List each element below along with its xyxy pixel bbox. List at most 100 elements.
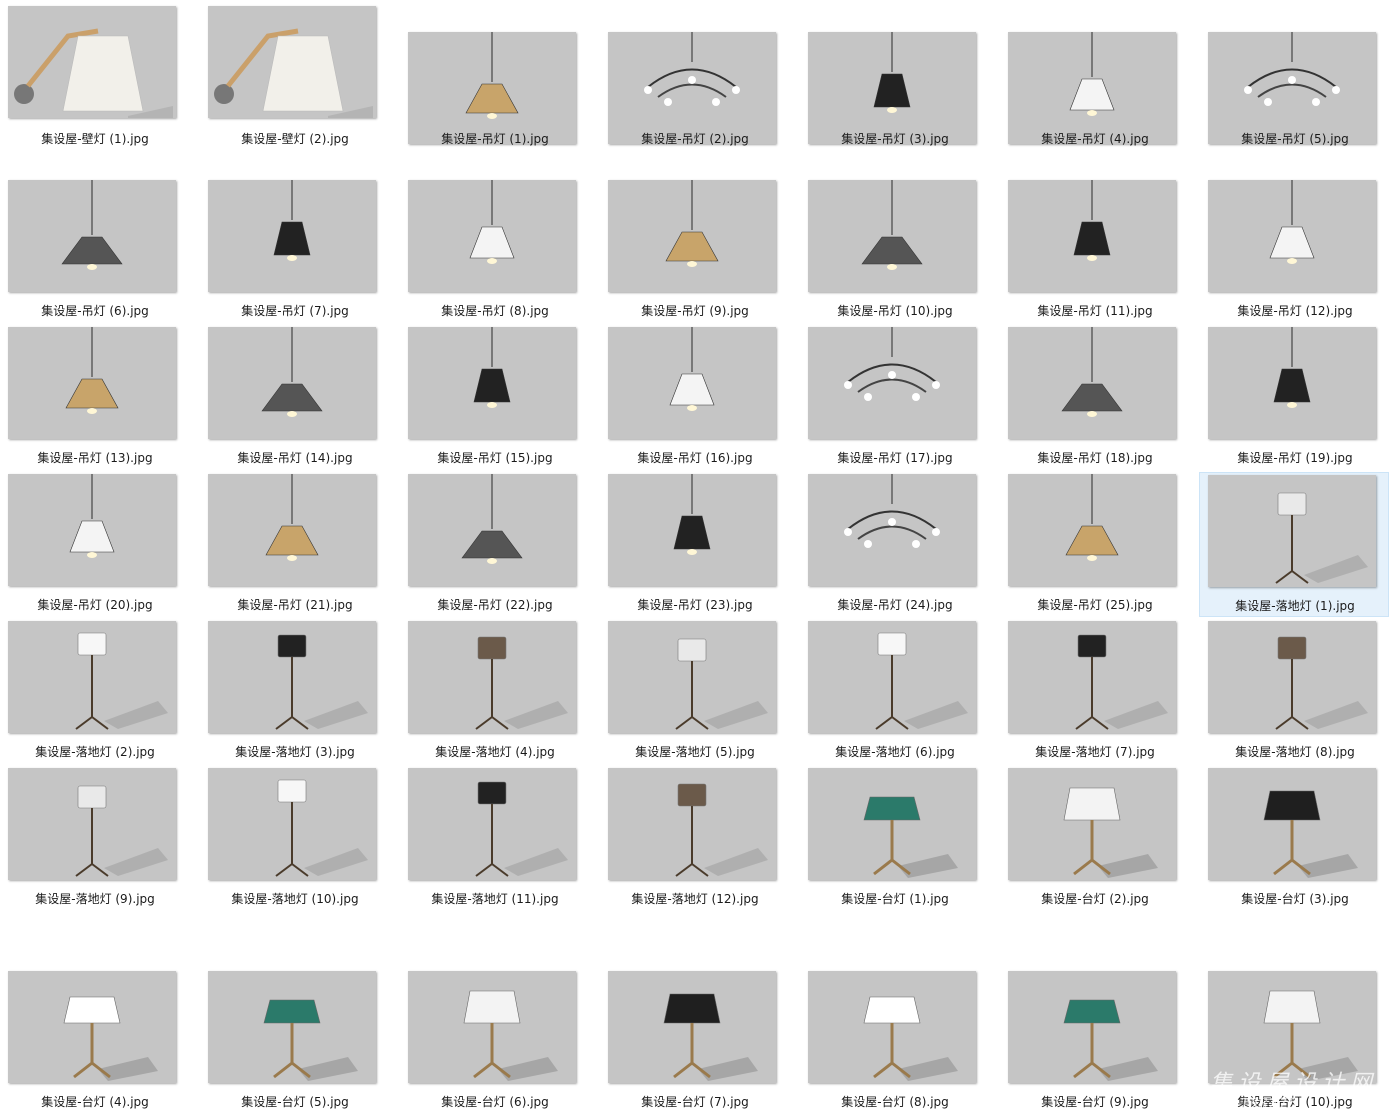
file-name: 集设屋-吊灯 (18).jpg: [1037, 451, 1153, 465]
file-name: 集设屋-落地灯 (7).jpg: [1035, 745, 1155, 759]
file-item[interactable]: 集设屋-台灯 (9).jpg: [1000, 969, 1190, 1114]
floor-lamp-icon: [1208, 475, 1376, 587]
file-name: 集设屋-落地灯 (4).jpg: [435, 745, 555, 759]
file-item[interactable]: 集设屋-台灯 (1).jpg: [800, 766, 990, 911]
file-item[interactable]: 集设屋-落地灯 (1).jpg: [1199, 472, 1389, 617]
table-lamp-icon: [1008, 768, 1176, 880]
file-item[interactable]: 集设屋-壁灯 (1).jpg: [0, 6, 190, 151]
file-name: 集设屋-吊灯 (1).jpg: [441, 132, 549, 146]
file-item[interactable]: 集设屋-落地灯 (8).jpg: [1200, 619, 1390, 764]
file-item[interactable]: 集设屋-吊灯 (4).jpg: [1000, 6, 1190, 151]
file-item[interactable]: 集设屋-落地灯 (6).jpg: [800, 619, 990, 764]
pendant-lamp-icon: [408, 327, 576, 439]
file-item[interactable]: 集设屋-吊灯 (19).jpg: [1200, 325, 1390, 470]
table-lamp-icon: [208, 971, 376, 1083]
file-item[interactable]: 集设屋-吊灯 (8).jpg: [400, 178, 590, 323]
file-item[interactable]: 集设屋-吊灯 (5).jpg: [1200, 6, 1390, 151]
wall-lamp-icon: [208, 6, 376, 118]
file-item[interactable]: 集设屋-落地灯 (10).jpg: [200, 766, 390, 911]
file-name: 集设屋-吊灯 (21).jpg: [237, 598, 353, 612]
file-item[interactable]: 集设屋-吊灯 (24).jpg: [800, 472, 990, 617]
file-name: 集设屋-吊灯 (24).jpg: [837, 598, 953, 612]
file-item[interactable]: 集设屋-吊灯 (3).jpg: [800, 6, 990, 151]
pendant-lamp-icon: [408, 474, 576, 586]
chandelier-icon: [608, 32, 776, 144]
floor-lamp-icon: [1208, 621, 1376, 733]
file-item[interactable]: 集设屋-台灯 (4).jpg: [0, 969, 190, 1114]
chandelier-icon: [1208, 32, 1376, 144]
file-name: 集设屋-吊灯 (11).jpg: [1037, 304, 1153, 318]
file-item[interactable]: 集设屋-吊灯 (9).jpg: [600, 178, 790, 323]
file-item[interactable]: 集设屋-落地灯 (11).jpg: [400, 766, 590, 911]
file-name: 集设屋-吊灯 (8).jpg: [441, 304, 549, 318]
file-name: 集设屋-吊灯 (6).jpg: [41, 304, 149, 318]
file-item[interactable]: 集设屋-吊灯 (2).jpg: [600, 6, 790, 151]
file-item[interactable]: 集设屋-吊灯 (12).jpg: [1200, 178, 1390, 323]
file-name: 集设屋-落地灯 (2).jpg: [35, 745, 155, 759]
file-item[interactable]: 集设屋-吊灯 (20).jpg: [0, 472, 190, 617]
file-item[interactable]: 集设屋-落地灯 (2).jpg: [0, 619, 190, 764]
file-name: 集设屋-落地灯 (11).jpg: [431, 892, 559, 906]
file-item[interactable]: 集设屋-吊灯 (17).jpg: [800, 325, 990, 470]
file-name: 集设屋-台灯 (1).jpg: [841, 892, 949, 906]
file-name: 集设屋-台灯 (3).jpg: [1241, 892, 1349, 906]
file-item[interactable]: 集设屋-吊灯 (11).jpg: [1000, 178, 1190, 323]
table-lamp-icon: [408, 971, 576, 1083]
file-item[interactable]: 集设屋-落地灯 (5).jpg: [600, 619, 790, 764]
floor-lamp-icon: [8, 768, 176, 880]
floor-lamp-icon: [808, 621, 976, 733]
file-name: 集设屋-吊灯 (16).jpg: [637, 451, 753, 465]
file-name: 集设屋-落地灯 (6).jpg: [835, 745, 955, 759]
file-name: 集设屋-吊灯 (22).jpg: [437, 598, 553, 612]
pendant-lamp-icon: [608, 180, 776, 292]
file-name: 集设屋-吊灯 (13).jpg: [37, 451, 153, 465]
file-item[interactable]: 集设屋-吊灯 (1).jpg: [400, 6, 590, 151]
file-item[interactable]: 集设屋-吊灯 (21).jpg: [200, 472, 390, 617]
file-item[interactable]: 集设屋-吊灯 (22).jpg: [400, 472, 590, 617]
file-item[interactable]: 集设屋-吊灯 (6).jpg: [0, 178, 190, 323]
pendant-lamp-icon: [408, 32, 576, 144]
file-item[interactable]: 集设屋-吊灯 (25).jpg: [1000, 472, 1190, 617]
file-name: 集设屋-台灯 (4).jpg: [41, 1095, 149, 1109]
file-name: 集设屋-吊灯 (5).jpg: [1241, 132, 1349, 146]
file-item[interactable]: 集设屋-台灯 (3).jpg: [1200, 766, 1390, 911]
floor-lamp-icon: [208, 621, 376, 733]
file-item[interactable]: 集设屋-吊灯 (18).jpg: [1000, 325, 1190, 470]
pendant-lamp-icon: [1208, 180, 1376, 292]
file-name: 集设屋-吊灯 (17).jpg: [837, 451, 953, 465]
file-item[interactable]: 集设屋-落地灯 (9).jpg: [0, 766, 190, 911]
file-item[interactable]: 集设屋-吊灯 (15).jpg: [400, 325, 590, 470]
file-item[interactable]: 集设屋-台灯 (5).jpg: [200, 969, 390, 1114]
wall-lamp-icon: [8, 6, 176, 118]
file-name: 集设屋-落地灯 (5).jpg: [635, 745, 755, 759]
pendant-lamp-icon: [1008, 474, 1176, 586]
file-item[interactable]: 集设屋-吊灯 (16).jpg: [600, 325, 790, 470]
file-name: 集设屋-落地灯 (12).jpg: [631, 892, 759, 906]
file-item[interactable]: 集设屋-吊灯 (13).jpg: [0, 325, 190, 470]
file-item[interactable]: 集设屋-台灯 (2).jpg: [1000, 766, 1190, 911]
file-name: 集设屋-吊灯 (20).jpg: [37, 598, 153, 612]
file-item[interactable]: 集设屋-落地灯 (7).jpg: [1000, 619, 1190, 764]
file-item[interactable]: 集设屋-吊灯 (23).jpg: [600, 472, 790, 617]
floor-lamp-icon: [1008, 621, 1176, 733]
file-item[interactable]: 集设屋-壁灯 (2).jpg: [200, 6, 390, 151]
file-item[interactable]: 集设屋-落地灯 (3).jpg: [200, 619, 390, 764]
file-item[interactable]: 集设屋-台灯 (8).jpg: [800, 969, 990, 1114]
file-name: 集设屋-台灯 (8).jpg: [841, 1095, 949, 1109]
file-item[interactable]: 集设屋-台灯 (6).jpg: [400, 969, 590, 1114]
file-name: 集设屋-落地灯 (1).jpg: [1235, 599, 1355, 613]
file-name: 集设屋-壁灯 (2).jpg: [241, 132, 349, 146]
file-item[interactable]: 集设屋-台灯 (7).jpg: [600, 969, 790, 1114]
floor-lamp-icon: [408, 768, 576, 880]
floor-lamp-icon: [208, 768, 376, 880]
file-name: 集设屋-吊灯 (12).jpg: [1237, 304, 1353, 318]
pendant-lamp-icon: [208, 180, 376, 292]
table-lamp-icon: [1008, 971, 1176, 1083]
file-item[interactable]: 集设屋-吊灯 (7).jpg: [200, 178, 390, 323]
file-item[interactable]: 集设屋-吊灯 (14).jpg: [200, 325, 390, 470]
file-item[interactable]: 集设屋-落地灯 (12).jpg: [600, 766, 790, 911]
file-name: 集设屋-吊灯 (9).jpg: [641, 304, 749, 318]
file-item[interactable]: 集设屋-落地灯 (4).jpg: [400, 619, 590, 764]
file-item[interactable]: 集设屋-吊灯 (10).jpg: [800, 178, 990, 323]
floor-lamp-icon: [608, 768, 776, 880]
